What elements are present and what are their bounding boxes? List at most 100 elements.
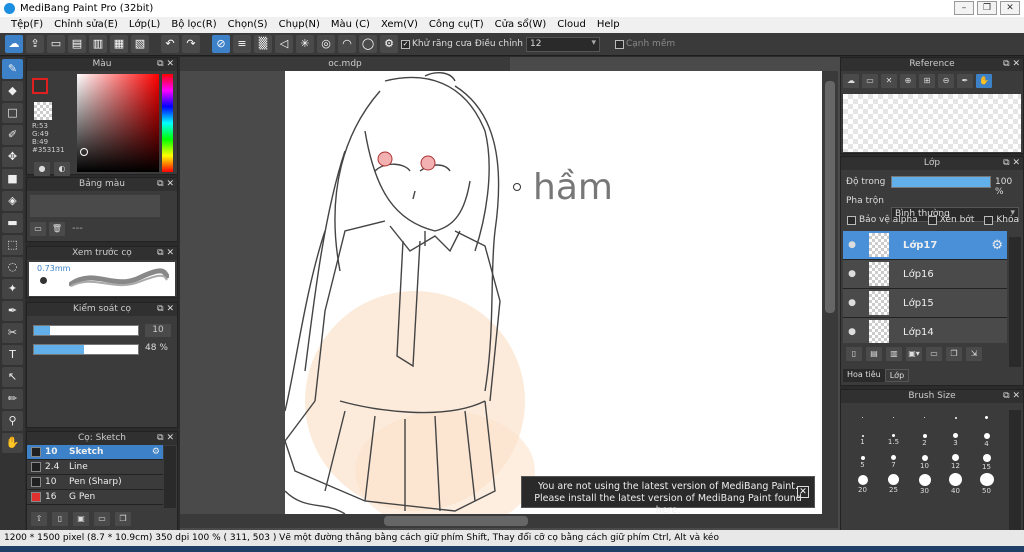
menu-window[interactable]: Cửa sổ(W) <box>490 17 553 33</box>
text-tool-icon[interactable]: T <box>2 345 23 365</box>
brush-size-option[interactable]: 7 <box>878 451 909 473</box>
brush-settings-icon[interactable]: ⚙ <box>152 447 160 457</box>
palette-area[interactable] <box>30 195 160 217</box>
brush-list-scrollbar[interactable] <box>164 446 176 508</box>
menu-filter[interactable]: Bộ lọc(R) <box>166 17 222 33</box>
brush-size-option[interactable]: 10 <box>909 451 940 473</box>
menu-snap[interactable]: Chụp(N) <box>274 17 326 33</box>
share-icon[interactable]: ⇪ <box>26 35 44 53</box>
brush-size-option[interactable]: 5 <box>847 451 878 473</box>
select-eraser-tool-icon[interactable]: ✂ <box>2 323 23 343</box>
layer-settings-icon[interactable]: ⚙ <box>991 238 1003 253</box>
menu-file[interactable]: Tệp(F) <box>6 17 49 33</box>
brush-size-option[interactable] <box>878 407 909 429</box>
grid-icon[interactable]: ▦ <box>110 35 128 53</box>
reference-zoom-in-icon[interactable]: ⊕ <box>900 74 916 88</box>
snap-off-icon[interactable]: ⊘ <box>212 35 230 53</box>
redo-icon[interactable]: ↷ <box>182 35 200 53</box>
menu-help[interactable]: Help <box>592 17 626 33</box>
eraser-tool-icon[interactable]: ◆ <box>2 81 23 101</box>
color-picker-cursor[interactable] <box>80 148 88 156</box>
bit-icon[interactable]: ▧ <box>131 35 149 53</box>
parallel-snap-icon[interactable]: ≡ <box>233 35 251 53</box>
brush-size-option[interactable]: 1 <box>847 429 878 451</box>
layer-row-17[interactable]: ● Lớp17 ⚙ <box>843 231 1007 260</box>
dropper-tool-icon[interactable]: ⚲ <box>2 411 23 431</box>
notice-close-button[interactable]: ✕ <box>797 486 809 498</box>
new-layer-icon[interactable]: ▯ <box>846 347 862 361</box>
bucket-tool-icon[interactable]: ◈ <box>2 191 23 211</box>
reference-cloud-icon[interactable]: ☁ <box>843 74 859 88</box>
circle-snap-icon[interactable]: ◎ <box>317 35 335 53</box>
comment-icon[interactable]: ▭ <box>47 35 65 53</box>
brush-tool-icon[interactable]: ✎ <box>2 59 23 79</box>
visibility-eye-icon[interactable]: ● <box>843 298 861 308</box>
menu-cloud[interactable]: Cloud <box>552 17 592 33</box>
color-swap-icon[interactable]: ● <box>34 162 50 176</box>
brush-size-option[interactable]: 4 <box>971 429 1002 451</box>
brush-item-line[interactable]: 2.4 Line <box>27 460 163 475</box>
panel-close-icon[interactable]: ⧉ ✕ <box>1003 58 1020 71</box>
new-8bit-layer-icon[interactable]: ▥ <box>886 347 902 361</box>
brush-opacity-slider[interactable] <box>33 344 139 355</box>
panel-close-icon[interactable]: ⧉ ✕ <box>157 432 174 445</box>
document-icon[interactable]: ▥ <box>89 35 107 53</box>
brush-size-option[interactable] <box>909 407 940 429</box>
layer-folder-icon[interactable]: ▭ <box>926 347 942 361</box>
layer-row-14[interactable]: ● Lớp14 <box>843 318 1007 343</box>
brush-size-option[interactable]: 50 <box>971 473 1002 495</box>
transparent-color-swatch[interactable] <box>34 102 52 120</box>
brush-item-sketch[interactable]: 10 Sketch ⚙ <box>27 445 163 460</box>
menu-edit[interactable]: Chỉnh sửa(E) <box>49 17 124 33</box>
brush-cloud-icon[interactable]: ⇧ <box>31 512 47 526</box>
brush-item-g-pen[interactable]: 16 G Pen <box>27 490 163 505</box>
move-tool-icon[interactable]: ✥ <box>2 147 23 167</box>
panel-close-icon[interactable]: ⧉ ✕ <box>157 247 174 260</box>
panel-close-icon[interactable]: ⧉ ✕ <box>157 58 174 71</box>
protect-alpha-checkbox[interactable] <box>847 215 856 225</box>
tab-navigator[interactable]: Hoa tiêu <box>843 369 885 382</box>
close-button[interactable]: ✕ <box>1000 1 1020 15</box>
color-add-icon[interactable]: ◐ <box>54 162 70 176</box>
brush-size-option[interactable]: 20 <box>847 473 878 495</box>
brush-size-scrollbar[interactable] <box>1009 410 1021 530</box>
dot-tool-icon[interactable]: □ <box>2 103 23 123</box>
brush-item-pen-sharp[interactable]: 10 Pen (Sharp) <box>27 475 163 490</box>
reference-image-area[interactable] <box>843 94 1021 152</box>
select-pen-tool-icon[interactable]: ✒ <box>2 301 23 321</box>
reference-zoom-out-icon[interactable]: ⊖ <box>938 74 954 88</box>
snap-settings-icon[interactable]: ⚙ <box>380 35 398 53</box>
document-tab[interactable]: oc.mdp <box>180 57 510 71</box>
reference-fit-icon[interactable]: ⊞ <box>919 74 935 88</box>
layer-row-15[interactable]: ● Lớp15 <box>843 289 1007 318</box>
visibility-eye-icon[interactable]: ● <box>843 240 861 250</box>
cross-snap-icon[interactable]: ▒ <box>254 35 272 53</box>
panel-close-icon[interactable]: ⧉ ✕ <box>157 178 174 191</box>
foreground-color-swatch[interactable] <box>32 78 48 94</box>
lasso-tool-icon[interactable]: ◌ <box>2 257 23 277</box>
magic-wand-tool-icon[interactable]: ✦ <box>2 279 23 299</box>
select-tool-icon[interactable]: ⬚ <box>2 235 23 255</box>
menu-layer[interactable]: Lớp(L) <box>124 17 166 33</box>
brush-size-option[interactable]: 15 <box>971 451 1002 473</box>
brush-add-icon[interactable]: ▯ <box>52 512 68 526</box>
canvas-vertical-scrollbar[interactable] <box>822 71 838 514</box>
minimize-button[interactable]: – <box>954 1 974 15</box>
menu-view[interactable]: Xem(V) <box>376 17 424 33</box>
lock-checkbox[interactable] <box>984 215 994 225</box>
tab-layer[interactable]: Lớp <box>884 369 910 382</box>
curve-snap-icon[interactable]: ◠ <box>338 35 356 53</box>
antialias-checkbox[interactable]: ✓ <box>401 39 410 49</box>
brush-size-option[interactable]: 2 <box>909 429 940 451</box>
adjust-select[interactable]: 12 <box>525 36 600 52</box>
color-saturation-picker[interactable] <box>77 74 159 172</box>
smooth-checkbox[interactable] <box>614 39 624 49</box>
reference-hand-icon[interactable]: ✋ <box>976 74 992 88</box>
brush-size-option[interactable]: 1.5 <box>878 429 909 451</box>
operation-tool-icon[interactable]: ↖ <box>2 367 23 387</box>
brush-copy-icon[interactable]: ▣ <box>73 512 89 526</box>
canvas-paper[interactable]: hầm <box>285 71 822 514</box>
page-icon[interactable]: ▤ <box>68 35 86 53</box>
menu-tools[interactable]: Công cụ(T) <box>424 17 490 33</box>
menu-select[interactable]: Chọn(S) <box>223 17 274 33</box>
